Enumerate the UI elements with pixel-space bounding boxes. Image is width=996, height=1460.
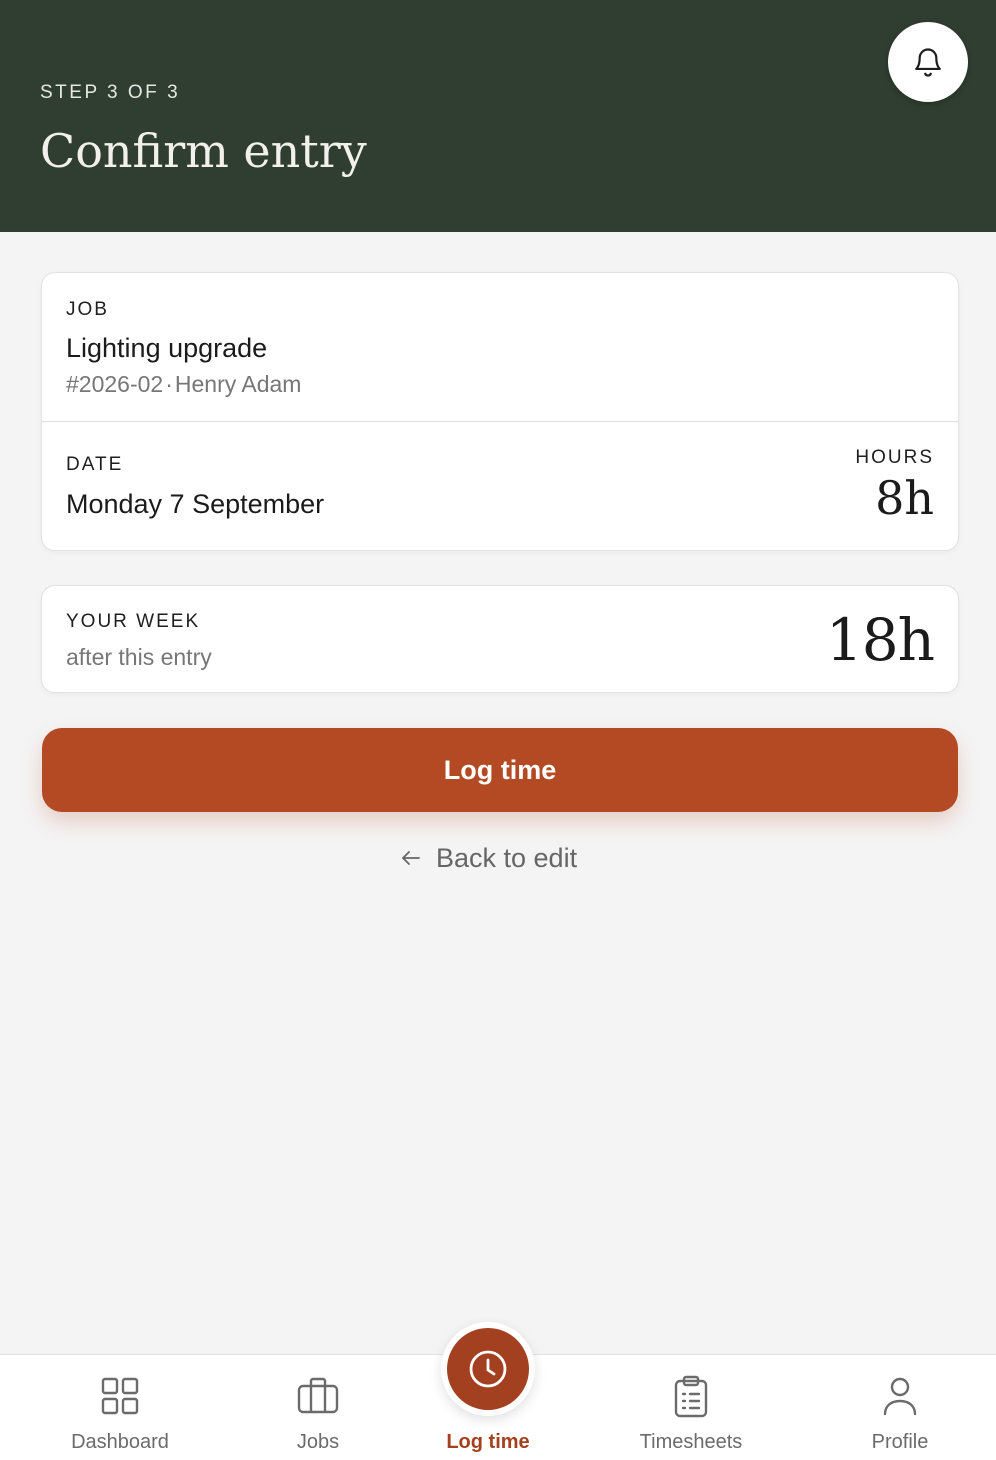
week-summary-card: YOUR WEEK after this entry 18h <box>41 585 959 693</box>
step-indicator: STEP 3 OF 3 <box>40 82 181 103</box>
log-time-fab[interactable] <box>441 1322 535 1416</box>
log-time-button[interactable]: Log time <box>42 728 958 812</box>
date-value: Monday 7 September <box>66 489 325 519</box>
week-label: YOUR WEEK <box>66 611 201 632</box>
card-divider <box>42 421 958 422</box>
nav-jobs[interactable]: Jobs <box>228 1355 408 1460</box>
job-name: Lighting upgrade <box>66 333 268 363</box>
nav-label: Jobs <box>296 1431 340 1453</box>
week-total: 18h <box>825 606 935 674</box>
clock-icon <box>469 1350 507 1388</box>
meta-separator: · <box>165 371 173 397</box>
nav-label: Dashboard <box>71 1431 169 1453</box>
arrow-left-icon <box>402 851 420 865</box>
job-meta: #2026-02·Henry Adam <box>66 371 301 398</box>
nav-timesheets[interactable]: Timesheets <box>601 1355 781 1460</box>
nav-label: Timesheets <box>639 1431 743 1453</box>
nav-label: Log time <box>446 1431 530 1453</box>
job-number: #2026-02 <box>66 371 164 397</box>
page-title: Confirm entry <box>40 124 367 178</box>
grid-icon <box>101 1377 139 1415</box>
clipboard-icon <box>674 1375 708 1418</box>
week-subtitle: after this entry <box>66 644 212 670</box>
hours-label: HOURS <box>855 447 934 468</box>
nav-dashboard[interactable]: Dashboard <box>30 1355 210 1460</box>
fab-circle <box>447 1328 529 1410</box>
back-to-edit-label: Back to edit <box>436 842 578 873</box>
client-name: Henry Adam <box>174 371 302 397</box>
nav-label: Profile <box>871 1431 929 1453</box>
page-header: STEP 3 OF 3 Confirm entry <box>0 0 996 232</box>
user-icon <box>883 1377 917 1416</box>
date-label: DATE <box>66 454 124 475</box>
bell-icon <box>915 48 941 77</box>
back-to-edit-link[interactable]: Back to edit <box>400 838 577 878</box>
briefcase-icon <box>297 1377 339 1414</box>
job-label: JOB <box>66 299 109 320</box>
nav-profile[interactable]: Profile <box>810 1355 990 1460</box>
notifications-button[interactable] <box>888 22 968 102</box>
entry-summary-card: JOB Lighting upgrade #2026-02·Henry Adam… <box>41 272 959 551</box>
hours-value: 8h <box>875 471 934 525</box>
